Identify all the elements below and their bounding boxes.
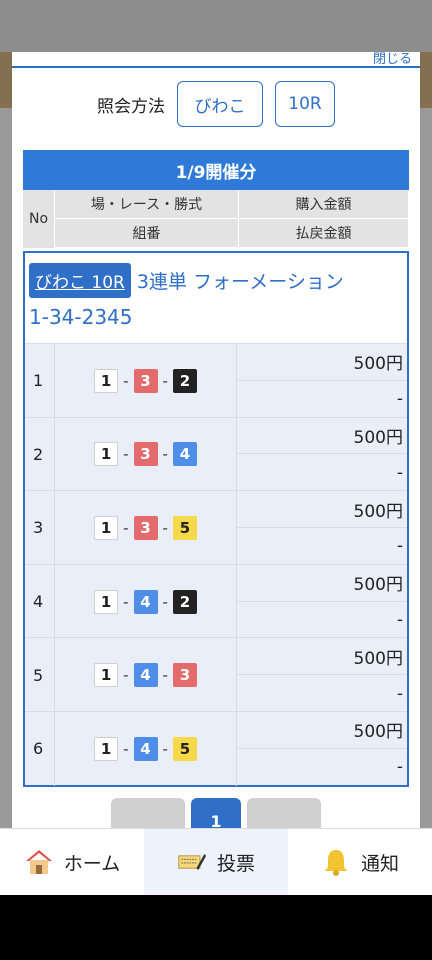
purchase-amount: 500円 (237, 565, 407, 602)
nav-home[interactable]: ホーム (0, 829, 144, 895)
purchase-amount: 500円 (237, 344, 407, 381)
boat-number-box: 4 (133, 589, 158, 614)
dash-separator: - (162, 518, 168, 537)
ticket-pencil-icon (177, 847, 207, 877)
row-combination: 1-4-3 (55, 638, 237, 712)
dash-separator: - (123, 666, 129, 685)
boat-number-box: 4 (172, 442, 197, 467)
ticket-title: びわこ 10R 3連単 フォーメーション (25, 253, 407, 299)
boat-number-box: 3 (133, 368, 158, 393)
table-row: 6 1-4-5 500円 - (25, 710, 407, 786)
boat-number-box: 1 (94, 368, 119, 393)
row-number: 5 (25, 638, 55, 712)
nav-vote-label: 投票 (216, 852, 255, 875)
dash-separator: - (123, 518, 129, 537)
row-combination: 1-3-5 (55, 491, 237, 565)
boat-number-box: 5 (172, 515, 197, 540)
venue-button[interactable]: びわこ (177, 81, 263, 127)
row-number: 1 (25, 344, 55, 418)
col-purchase: 購入金額 (239, 190, 409, 219)
purchase-amount: 500円 (237, 418, 407, 455)
purchase-amount: 500円 (237, 712, 407, 749)
inquiry-modal: 閉じる 照会方法 びわこ 10R 1/9開催分 No 場・レース・勝式 購入金額… (12, 52, 420, 842)
refund-amount: - (396, 757, 403, 778)
boat-number-box: 1 (94, 663, 119, 688)
dash-separator: - (162, 592, 168, 611)
column-headers: No 場・レース・勝式 購入金額 組番 払戻金額 (23, 190, 409, 248)
table-row: 1 1-3-2 500円 - (25, 343, 407, 418)
row-amounts: 500円 - (237, 712, 407, 786)
bet-rows: 1 1-3-2 500円 - 2 1-3-4 500円 - 3 1-3-5 50… (25, 343, 407, 786)
boat-number-box: 1 (94, 589, 119, 614)
nav-home-label: ホーム (63, 852, 121, 875)
row-amounts: 500円 - (237, 418, 407, 492)
bet-type: 3連単 フォーメーション (136, 270, 344, 293)
row-combination: 1-3-4 (55, 417, 237, 492)
refund-amount: - (396, 609, 403, 630)
col-refund: 払戻金額 (239, 219, 409, 248)
row-combination: 1-3-2 (55, 344, 237, 418)
refund-amount: - (396, 536, 403, 557)
row-number: 4 (25, 564, 55, 639)
refund-amount: - (396, 389, 403, 410)
row-number: 3 (25, 491, 55, 565)
query-method-row: 照会方法 びわこ 10R (12, 80, 420, 128)
date-header: 1/9開催分 (23, 150, 409, 190)
nav-notice-label: 通知 (360, 852, 399, 875)
bet-table: 1/9開催分 No 場・レース・勝式 購入金額 組番 払戻金額 びわこ 10R … (23, 150, 409, 787)
dash-separator: - (123, 739, 129, 758)
bell-icon (321, 847, 351, 877)
boat-number-box: 5 (172, 736, 197, 761)
race-button[interactable]: 10R (275, 81, 335, 127)
ticket-card: びわこ 10R 3連単 フォーメーション 1-34-2345 1 1-3-2 5… (23, 251, 409, 787)
boat-number-box: 2 (172, 589, 197, 614)
col-combination: 組番 (55, 219, 239, 248)
table-row: 2 1-3-4 500円 - (25, 416, 407, 492)
boat-number-box: 3 (133, 442, 158, 467)
close-button[interactable]: 閉じる (373, 52, 412, 67)
col-venue-race-type: 場・レース・勝式 (55, 190, 239, 219)
boat-number-box: 2 (172, 368, 197, 393)
dash-separator: - (162, 739, 168, 758)
dash-separator: - (162, 666, 168, 685)
col-no: No (23, 190, 55, 248)
dash-separator: - (162, 445, 168, 464)
home-icon (24, 847, 54, 877)
venue-race-link[interactable]: びわこ 10R (29, 262, 131, 298)
row-amounts: 500円 - (237, 638, 407, 712)
boat-number-box: 1 (94, 515, 119, 540)
query-method-label: 照会方法 (97, 96, 165, 117)
nav-notice[interactable]: 通知 (288, 829, 432, 895)
formation-combination: 1-34-2345 (29, 305, 133, 329)
dash-separator: - (123, 445, 129, 464)
nav-vote[interactable]: 投票 (144, 829, 288, 895)
dash-separator: - (123, 592, 129, 611)
backdrop-right (420, 108, 432, 828)
backdrop-left (0, 108, 12, 828)
refund-amount: - (396, 683, 403, 704)
row-amounts: 500円 - (237, 491, 407, 565)
boat-number-box: 3 (133, 515, 158, 540)
bottom-nav: ホーム 投票 通知 (0, 828, 432, 895)
boat-number-box: 1 (94, 736, 119, 761)
dash-separator: - (162, 371, 168, 390)
dash-separator: - (123, 371, 129, 390)
row-combination: 1-4-5 (55, 711, 237, 786)
boat-number-box: 3 (172, 663, 197, 688)
table-row: 4 1-4-2 500円 - (25, 563, 407, 639)
purchase-amount: 500円 (237, 638, 407, 676)
row-number: 2 (25, 417, 55, 492)
table-row: 3 1-3-5 500円 - (25, 490, 407, 565)
row-number: 6 (25, 711, 55, 786)
purchase-amount: 500円 (237, 491, 407, 528)
table-row: 5 1-4-3 500円 - (25, 637, 407, 712)
boat-number-box: 4 (133, 663, 158, 688)
boat-number-box: 1 (94, 442, 119, 467)
row-combination: 1-4-2 (55, 564, 237, 639)
row-amounts: 500円 - (237, 565, 407, 639)
modal-top-bar: 閉じる (12, 52, 420, 68)
boat-number-box: 4 (133, 736, 158, 761)
row-amounts: 500円 - (237, 344, 407, 418)
refund-amount: - (396, 462, 403, 483)
